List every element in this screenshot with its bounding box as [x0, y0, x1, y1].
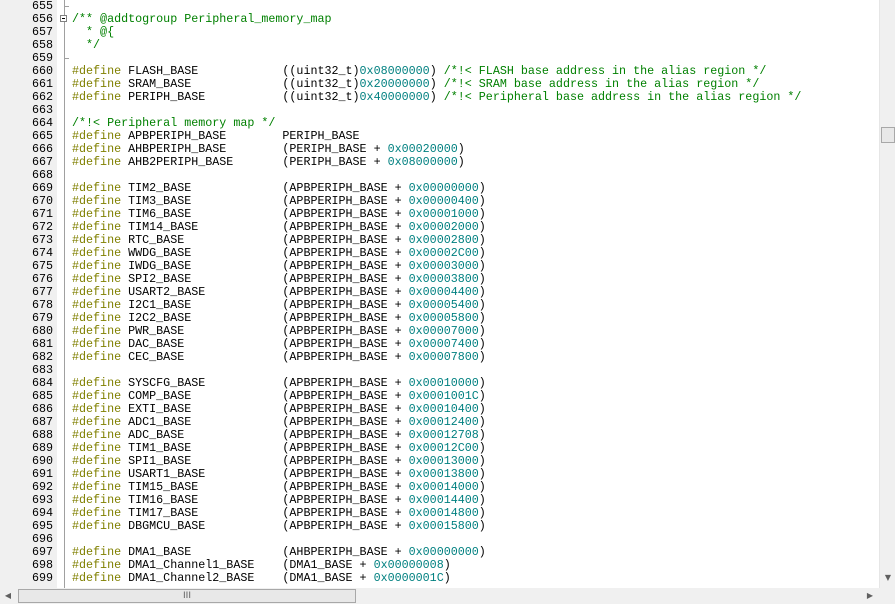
keyword-highlight: #define [72, 90, 122, 104]
code-line[interactable]: 682 #define CEC_BASE (APBPERIPH_BASE + 0x… [0, 351, 879, 364]
code-line[interactable]: 657 * @{ * @{ [0, 26, 879, 39]
horizontal-scroll-thumb[interactable]: III [18, 589, 356, 603]
fold-minus-icon[interactable] [60, 15, 67, 22]
comment-highlight: */ [72, 38, 101, 52]
fold-end-marker [64, 58, 69, 59]
code-line[interactable]: 658 */ */ [0, 39, 879, 52]
horizontal-scrollbar[interactable]: ◀ III ▶ [0, 588, 895, 604]
number-highlight: 0x0000001C [373, 571, 444, 585]
arrow-down-icon[interactable]: ▼ [880, 570, 895, 586]
keyword-highlight: #define [72, 155, 122, 169]
number-highlight: 0x00015800 [408, 519, 479, 533]
code-text-wrap: #define DMA1_Channel2_BASE (DMA1_BASE + … [72, 572, 451, 585]
code-line[interactable]: 699 #define DMA1_Channel2_BASE (DMA1_BASE… [0, 572, 879, 585]
code-line[interactable]: 656/** @addtogroup Peripheral_memory_map… [0, 13, 879, 26]
code-text-wrap: #define DBGMCU_BASE (APBPERIPH_BASE + 0x… [72, 520, 486, 533]
number-highlight: 0x00007800 [408, 350, 479, 364]
arrow-left-icon[interactable]: ◀ [0, 588, 16, 604]
line-number: 699 [31, 571, 53, 585]
code-text-wrap: #define AHB2PERIPH_BASE (PERIPH_BASE + 0… [72, 156, 465, 169]
code-editor[interactable]: 655 656/** @addtogroup Peripheral_memory_… [0, 0, 879, 588]
arrow-right-icon[interactable]: ▶ [862, 588, 878, 604]
keyword-highlight: #define [72, 350, 122, 364]
number-highlight: 0x08000000 [387, 155, 458, 169]
code-line[interactable]: 662 #define PERIPH_BASE ((uint32_t)0x4000… [0, 91, 879, 104]
code-line[interactable]: 695 #define DBGMCU_BASE (APBPERIPH_BASE +… [0, 520, 879, 533]
keyword-highlight: #define [72, 519, 122, 533]
vertical-scrollbar[interactable]: ▼ [879, 0, 895, 588]
code-line[interactable]: 667 #define AHB2PERIPH_BASE (PERIPH_BASE … [0, 156, 879, 169]
keyword-highlight: #define [72, 571, 122, 585]
fold-end-marker [64, 6, 69, 7]
number-highlight: 0x40000000 [359, 90, 430, 104]
code-text-wrap: #define CEC_BASE (APBPERIPH_BASE + 0x000… [72, 351, 486, 364]
vertical-scroll-thumb[interactable] [881, 127, 895, 143]
code-text-wrap: #define PERIPH_BASE ((uint32_t)0x4000000… [72, 90, 802, 104]
grip-icon: III [183, 591, 191, 601]
comment-highlight: /*!< Peripheral base address in the alia… [443, 90, 802, 104]
code-text-wrap: */ */ [72, 38, 101, 52]
